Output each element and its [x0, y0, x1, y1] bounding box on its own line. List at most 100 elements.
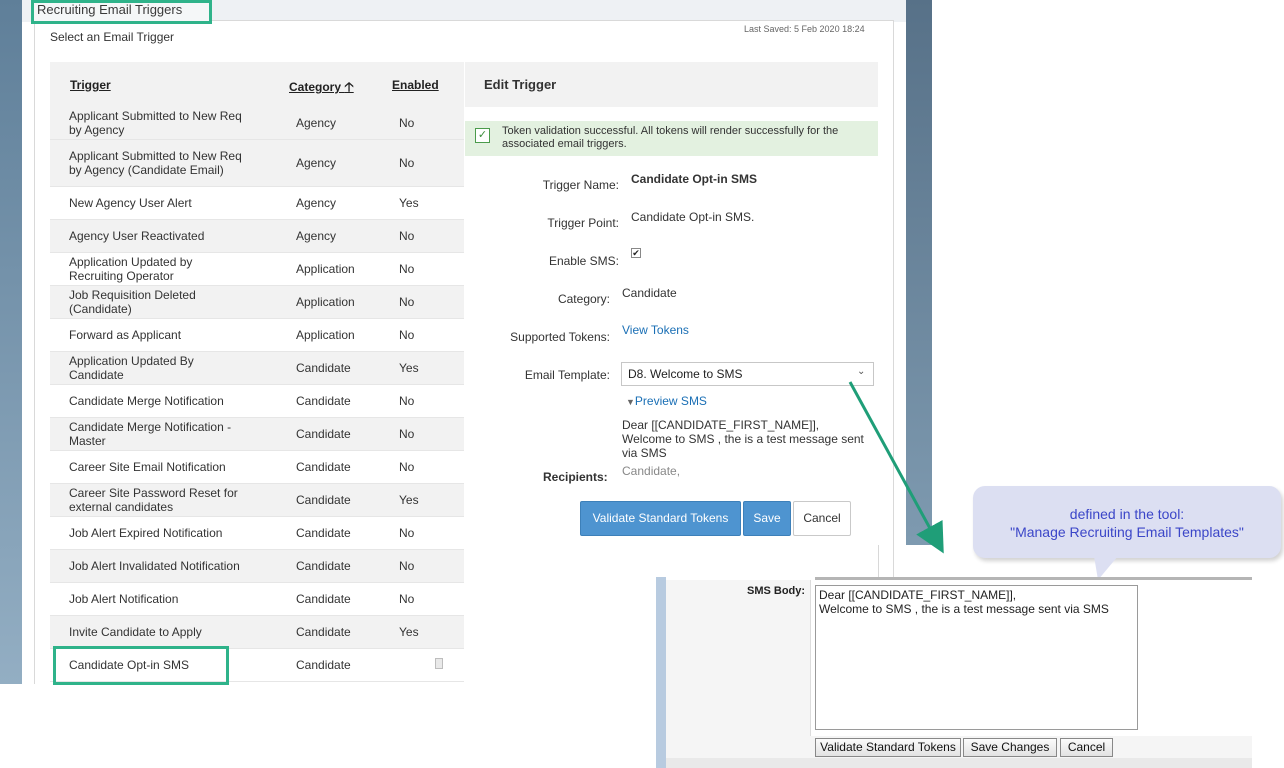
table-row[interactable]: Job Alert Expired Notification Candidate… — [50, 517, 464, 550]
trigger-enabled: No — [399, 559, 415, 573]
preview-sms-label: Preview SMS — [634, 394, 707, 408]
trigger-category: Candidate — [296, 493, 351, 507]
trigger-category: Candidate — [296, 526, 351, 540]
column-header-category-label: Category — [289, 80, 342, 94]
callout-line: "Manage Recruiting Email Templates" — [1010, 524, 1244, 540]
trigger-name-value: Candidate Opt-in SMS — [631, 172, 757, 186]
trigger-name: Career Site Email Notification — [69, 460, 226, 474]
save-changes-button[interactable]: Save Changes — [963, 738, 1057, 757]
trigger-category: Agency — [296, 156, 337, 170]
trigger-category: Application — [296, 328, 355, 342]
column-header-enabled[interactable]: Enabled — [392, 78, 439, 92]
left-backdrop — [0, 0, 22, 684]
trigger-name: Job Requisition Deleted (Candidate) — [69, 288, 196, 316]
trigger-enabled: Yes — [399, 196, 419, 210]
trigger-name: Job Alert Invalidated Notification — [69, 559, 240, 573]
trigger-enabled: No — [399, 262, 415, 276]
sms-preview-line: via SMS — [622, 446, 667, 460]
trigger-name: Career Site Password Reset for external … — [69, 486, 238, 514]
callout-line: defined in the tool: — [1069, 506, 1185, 522]
trigger-category: Candidate — [296, 559, 351, 573]
trigger-name: Applicant Submitted to New Req by Agency… — [69, 149, 242, 177]
trigger-enabled: No — [399, 427, 415, 441]
inset-top-rule — [815, 577, 1252, 580]
table-row[interactable]: Career Site Password Reset for external … — [50, 484, 464, 517]
table-row[interactable]: Invite Candidate to Apply Candidate Yes — [50, 616, 464, 649]
screenshot: { "header": { "title": "Recruiting Email… — [0, 0, 1284, 768]
recipients-value: Candidate, — [622, 464, 681, 478]
table-row[interactable]: Candidate Merge Notification - Master Ca… — [50, 418, 464, 451]
trigger-enabled: Yes — [399, 361, 419, 375]
trigger-category: Agency — [296, 229, 337, 243]
trigger-name: Candidate Merge Notification — [69, 394, 224, 408]
table-row[interactable]: Application Updated By Candidate Candida… — [50, 352, 464, 385]
trigger-category: Candidate — [296, 394, 351, 408]
email-template-label: Email Template: — [524, 368, 610, 382]
trigger-name: Invite Candidate to Apply — [69, 625, 202, 639]
trigger-enabled: No — [399, 229, 415, 243]
success-message: Token validation successful. All tokens … — [502, 125, 839, 150]
trigger-enabled: No — [399, 295, 415, 309]
table-row[interactable]: Application Updated by Recruiting Operat… — [50, 253, 464, 286]
trigger-category: Agency — [296, 196, 337, 210]
recipients-label: Recipients: — [543, 470, 608, 484]
right-backdrop — [906, 0, 932, 545]
sms-body-label-column — [666, 580, 811, 758]
trigger-enabled: No — [399, 460, 415, 474]
trigger-enabled: Yes — [399, 493, 419, 507]
table-row[interactable]: Agency User Reactivated Agency No — [50, 220, 464, 253]
trigger-enabled: No — [399, 394, 415, 408]
table-row[interactable]: Career Site Email Notification Candidate… — [50, 451, 464, 484]
column-header-category[interactable]: Category 🡡 — [289, 78, 354, 100]
table-row[interactable]: Job Alert Invalidated Notification Candi… — [50, 550, 464, 583]
trigger-enabled: Yes — [399, 625, 419, 639]
trigger-category: Application — [296, 262, 355, 276]
trigger-enabled: No — [399, 526, 415, 540]
table-row[interactable]: Applicant Submitted to New Req by Agency… — [50, 140, 464, 187]
validate-standard-tokens-button[interactable]: Validate Standard Tokens — [815, 738, 961, 757]
enable-sms-checkbox[interactable]: ✔ — [631, 248, 641, 258]
table-row[interactable]: Forward as Applicant Application No — [50, 319, 464, 352]
triangle-down-icon: ▼ — [626, 397, 635, 407]
email-template-select[interactable]: D8. Welcome to SMS — [621, 362, 874, 386]
column-header-trigger[interactable]: Trigger — [70, 78, 111, 92]
sms-preview-text: Dear [[CANDIDATE_FIRST_NAME]], Welcome t… — [622, 418, 878, 460]
trigger-enabled: No — [399, 116, 415, 130]
sms-body-line: Dear [[CANDIDATE_FIRST_NAME]], — [819, 588, 1017, 602]
callout-text: defined in the tool: "Manage Recruiting … — [973, 505, 1281, 541]
sms-editor-bottom-bar — [666, 758, 1252, 768]
page-title: Recruiting Email Triggers — [37, 2, 183, 17]
trigger-point-value: Candidate Opt-in SMS. — [631, 210, 755, 224]
supported-tokens-label: Supported Tokens: — [510, 330, 610, 344]
trigger-name: New Agency User Alert — [69, 196, 192, 210]
document-icon[interactable] — [435, 658, 443, 669]
trigger-name: Forward as Applicant — [69, 328, 182, 342]
table-row[interactable]: Applicant Submitted to New Req by Agency… — [50, 107, 464, 140]
table-row[interactable]: Job Requisition Deleted (Candidate) Appl… — [50, 286, 464, 319]
trigger-category: Application — [296, 295, 355, 309]
table-row[interactable]: New Agency User Alert Agency Yes — [50, 187, 464, 220]
category-value: Candidate — [622, 286, 677, 300]
inset-border — [656, 577, 666, 768]
trigger-category: Candidate — [296, 361, 351, 375]
validate-standard-tokens-button[interactable]: Validate Standard Tokens — [580, 501, 741, 536]
cancel-button[interactable]: Cancel — [1060, 738, 1113, 757]
trigger-name: Application Updated By Candidate — [69, 354, 194, 382]
trigger-category: Candidate — [296, 625, 351, 639]
table-row[interactable]: Job Alert Notification Candidate No — [50, 583, 464, 616]
trigger-name: Job Alert Notification — [69, 592, 179, 606]
sort-ascending-icon: 🡡 — [344, 79, 354, 94]
selected-row-highlight — [53, 646, 229, 685]
sms-preview-line: Dear [[CANDIDATE_FIRST_NAME]], — [622, 418, 820, 432]
preview-sms-link[interactable]: ▼Preview SMS — [626, 394, 707, 408]
chevron-down-icon: ⌄ — [857, 366, 866, 377]
table-row[interactable]: Candidate Merge Notification Candidate N… — [50, 385, 464, 418]
save-button[interactable]: Save — [743, 501, 791, 536]
view-tokens-link[interactable]: View Tokens — [622, 323, 689, 337]
trigger-enabled: No — [399, 156, 415, 170]
sms-body-textarea[interactable]: Dear [[CANDIDATE_FIRST_NAME]], Welcome t… — [815, 585, 1138, 730]
trigger-name: Agency User Reactivated — [69, 229, 205, 243]
check-icon: ✓ — [475, 128, 490, 143]
trigger-point-label: Trigger Point: — [547, 216, 619, 230]
cancel-button[interactable]: Cancel — [793, 501, 851, 536]
